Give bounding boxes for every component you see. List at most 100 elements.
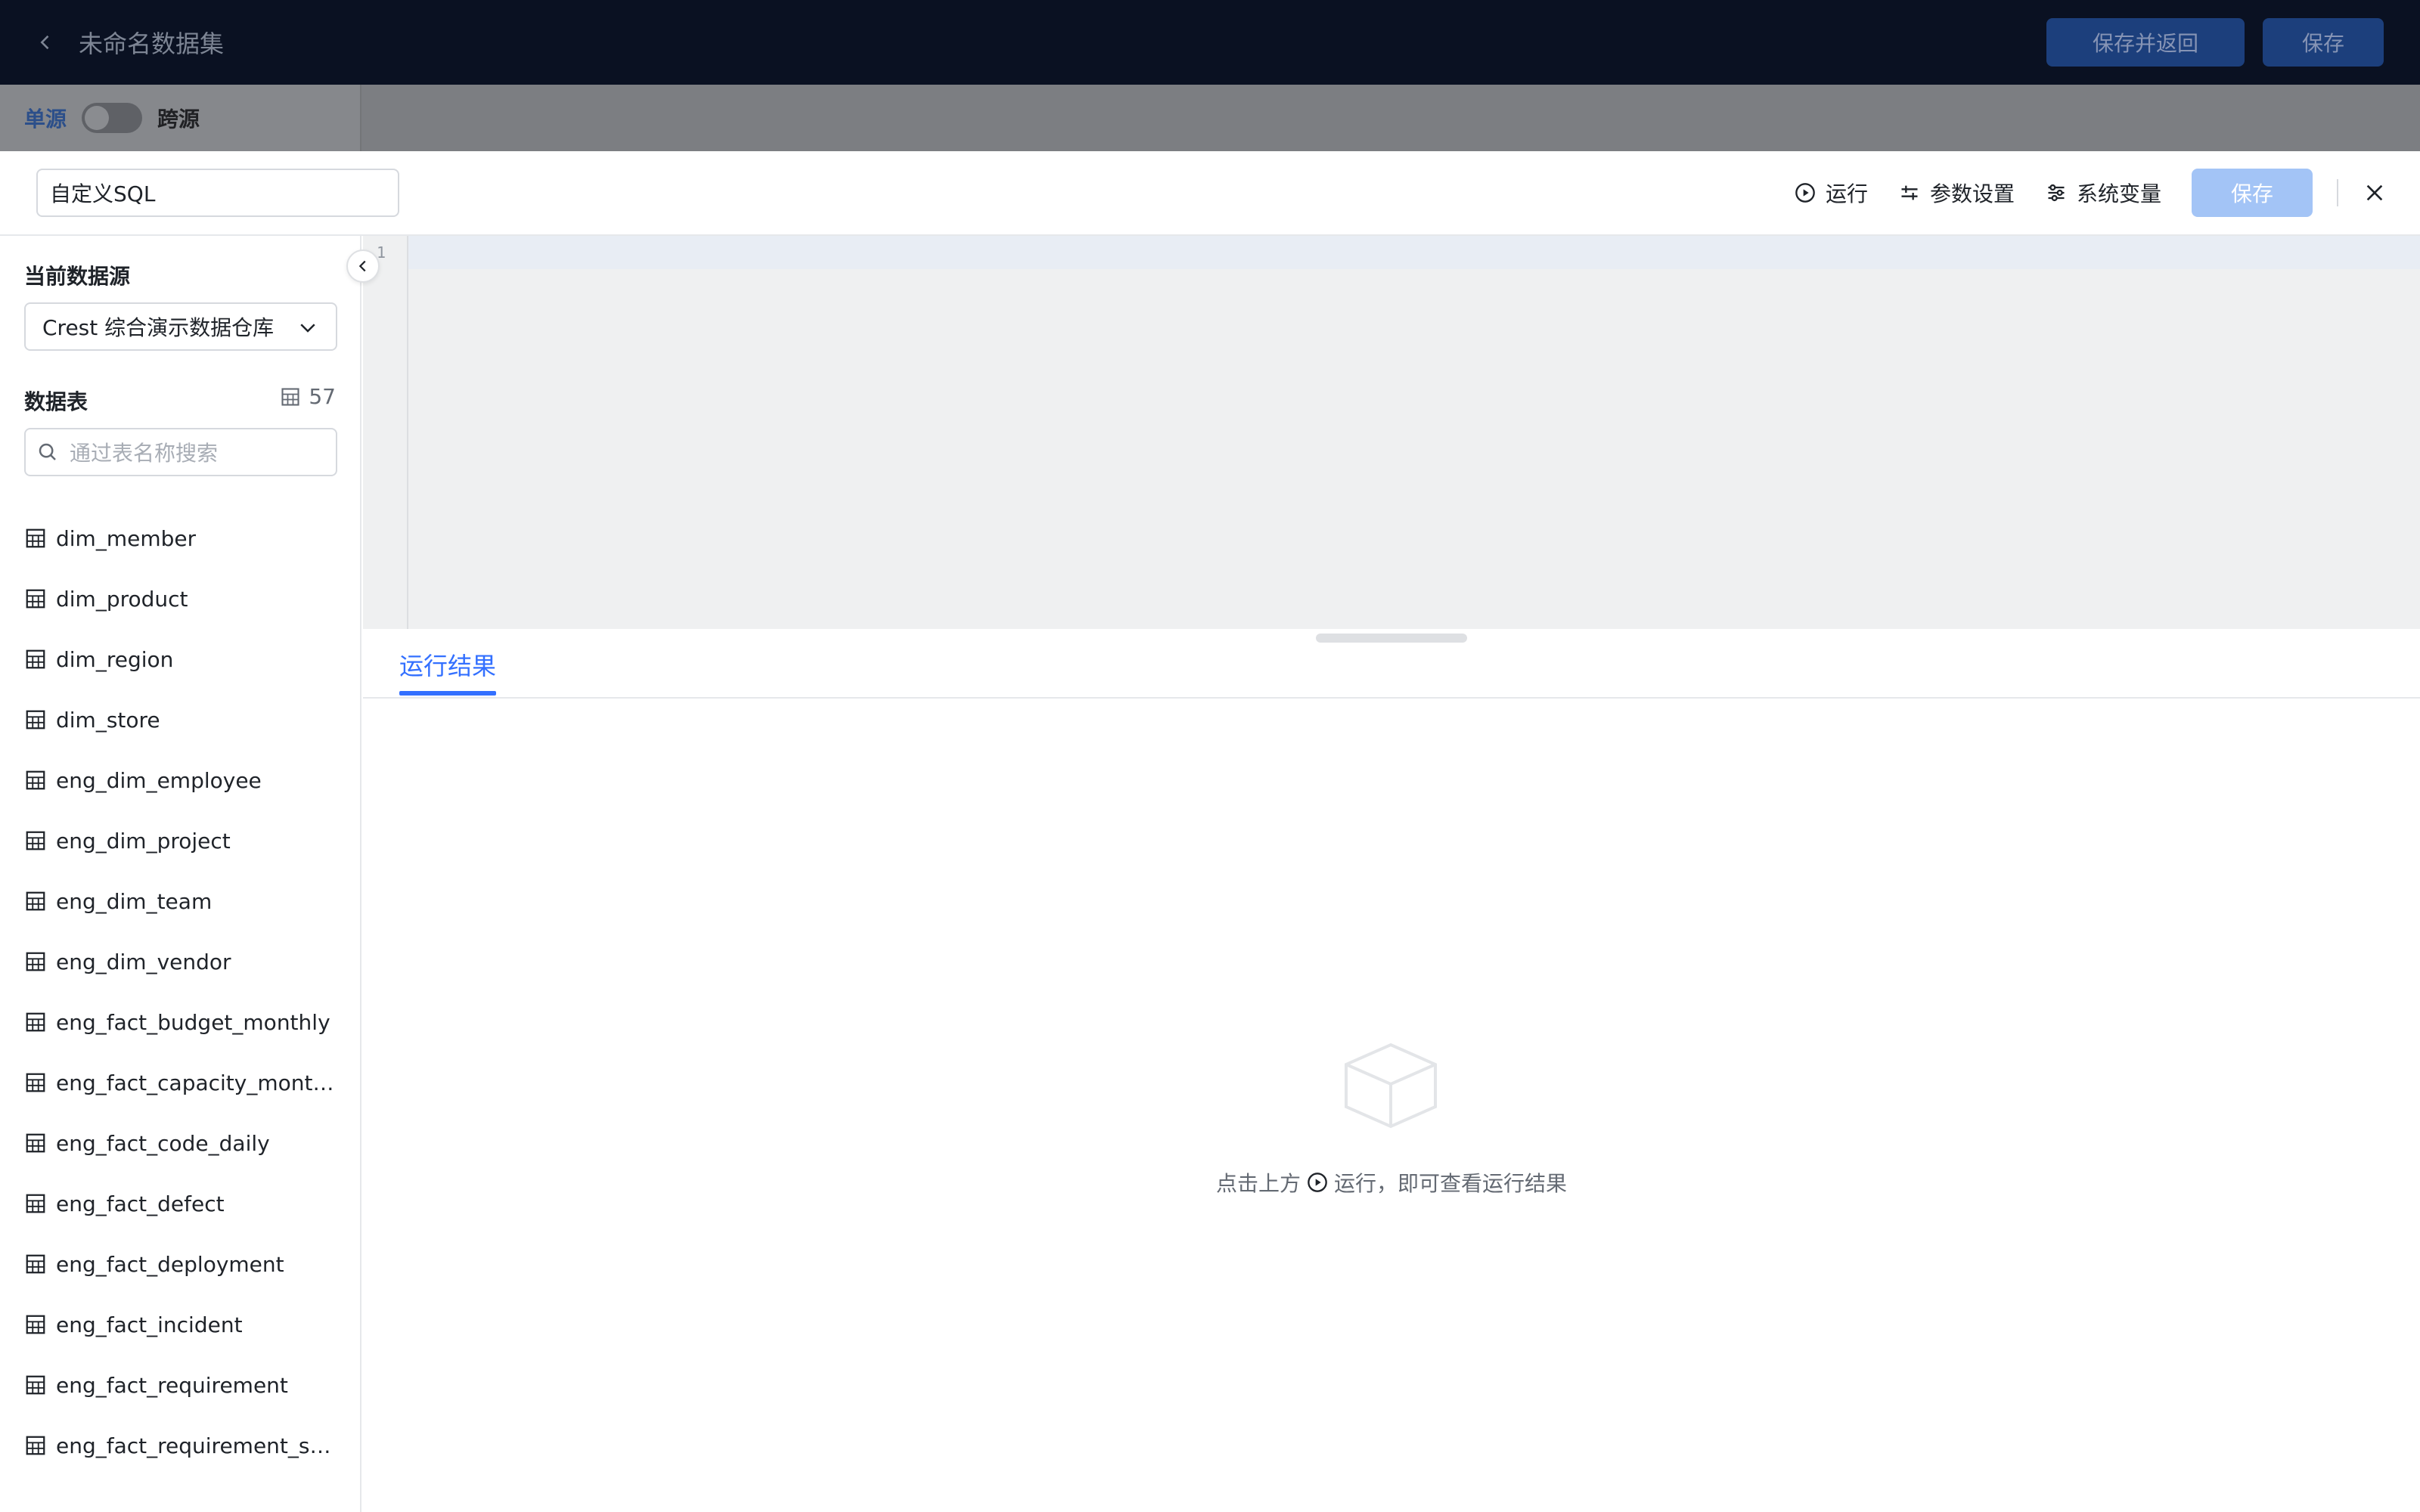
source-mode-toggle[interactable] — [82, 103, 143, 133]
chevron-left-icon — [40, 35, 49, 50]
chevron-down-icon — [300, 324, 315, 333]
single-source-label: 单源 — [24, 107, 67, 132]
result-tabs: 运行结果 — [363, 629, 2420, 699]
run-button[interactable]: 运行 — [1794, 178, 1868, 208]
table-icon — [26, 1133, 45, 1153]
table-list-item[interactable]: dim_product — [24, 569, 342, 629]
run-label: 运行 — [1825, 181, 1868, 206]
table-count-value: 57 — [309, 384, 336, 409]
table-name: dim_region — [56, 646, 174, 672]
params-icon — [1898, 181, 1921, 204]
table-name: eng_fact_incident — [56, 1312, 243, 1337]
table-list-item[interactable]: eng_fact_budget_monthly — [24, 992, 342, 1052]
table-icon — [26, 1315, 45, 1334]
table-name: eng_dim_employee — [56, 767, 262, 793]
table-list-item[interactable]: eng_fact_incident — [24, 1294, 342, 1355]
back-button[interactable] — [30, 27, 60, 57]
table-name: eng_fact_requirement — [56, 1372, 288, 1398]
table-icon — [26, 1436, 45, 1455]
params-button[interactable]: 参数设置 — [1898, 178, 2015, 208]
app-header: 未命名数据集 保存并返回 保存 — [0, 0, 2420, 85]
page-title: 未命名数据集 — [79, 29, 225, 58]
sql-editor[interactable]: 1 — [363, 236, 2420, 629]
table-list-item[interactable]: eng_fact_deployment — [24, 1234, 342, 1294]
empty-box-icon — [1345, 1043, 1437, 1129]
table-name: eng_fact_deployment — [56, 1251, 284, 1277]
variables-icon — [2045, 181, 2068, 204]
table-list-item[interactable]: eng_dim_project — [24, 810, 342, 871]
empty-hint-prefix: 点击上方 — [1216, 1171, 1302, 1196]
source-mode-bar: 单源 跨源 — [0, 85, 361, 151]
table-list-item[interactable]: eng_dim_employee — [24, 750, 342, 810]
table-list-item[interactable]: dim_member — [24, 508, 342, 569]
table-name: eng_dim_vendor — [56, 949, 231, 974]
table-count: 57 — [280, 384, 336, 409]
collapse-sidebar-button[interactable] — [346, 249, 380, 283]
save-and-return-button[interactable]: 保存并返回 — [2046, 18, 2245, 67]
table-icon — [26, 1254, 45, 1274]
active-tab-indicator — [399, 691, 496, 696]
table-list-item[interactable]: eng_dim_team — [24, 871, 342, 931]
chevron-left-icon — [358, 260, 366, 272]
table-icon — [26, 589, 45, 609]
table-icon — [26, 710, 45, 730]
active-line — [363, 236, 2420, 269]
system-variables-label: 系统变量 — [2076, 181, 2161, 206]
table-icon — [26, 1012, 45, 1032]
search-icon — [39, 443, 56, 460]
search-placeholder: 通过表名称搜索 — [70, 441, 219, 466]
datasource-title: 当前数据源 — [24, 264, 131, 289]
table-list-item[interactable]: eng_fact_requirement_snapshot — [24, 1415, 342, 1476]
table-name: eng_fact_code_daily — [56, 1130, 270, 1156]
table-name: dim_product — [56, 586, 188, 612]
close-button[interactable] — [2360, 178, 2390, 208]
empty-hint: 点击上方 运行，即可查看运行结果 — [1216, 1167, 1567, 1198]
sql-drawer: 自定义SQL 运行 参数设置 系统变量 保存 当前数据源 Crest 综合演示数… — [0, 151, 2420, 1512]
table-list-item[interactable]: eng_fact_code_daily — [24, 1113, 342, 1173]
header-divider — [2337, 179, 2338, 206]
table-icon — [26, 770, 45, 790]
table-icon — [26, 831, 45, 850]
table-list-item[interactable]: eng_fact_requirement — [24, 1355, 342, 1415]
table-icon — [26, 528, 45, 548]
table-list-item[interactable]: eng_fact_defect — [24, 1173, 342, 1234]
drawer-save-button[interactable]: 保存 — [2192, 169, 2313, 217]
table-icon — [26, 1375, 45, 1395]
table-icon — [26, 1194, 45, 1213]
underlay-panel: 单源 跨源 — [0, 85, 2420, 151]
tab-run-results[interactable]: 运行结果 — [399, 647, 496, 682]
table-icon — [26, 649, 45, 669]
table-name: eng_fact_budget_monthly — [56, 1009, 330, 1035]
params-label: 参数设置 — [1929, 181, 2015, 206]
table-name: dim_member — [56, 525, 197, 551]
table-icon — [26, 891, 45, 911]
cross-source-label: 跨源 — [157, 107, 200, 132]
table-icon — [26, 1073, 45, 1092]
datasource-panel: 当前数据源 Crest 综合演示数据仓库 数据表 57 通过表名称搜索 dim_… — [0, 236, 361, 1512]
play-circle-icon — [1794, 181, 1817, 204]
datasource-value: Crest 综合演示数据仓库 — [42, 315, 275, 340]
table-name: eng_fact_requirement_snapshot — [56, 1433, 342, 1458]
table-list-item[interactable]: dim_region — [24, 629, 342, 689]
save-button[interactable]: 保存 — [2263, 18, 2384, 67]
table-name: eng_dim_team — [56, 888, 213, 914]
play-circle-icon — [1308, 1173, 1327, 1192]
table-name: eng_fact_defect — [56, 1191, 225, 1216]
table-icon — [281, 387, 299, 406]
close-icon — [2366, 184, 2383, 201]
table-search-input[interactable]: 通过表名称搜索 — [24, 428, 337, 476]
datasource-select[interactable]: Crest 综合演示数据仓库 — [24, 302, 337, 351]
empty-hint-suffix: 运行，即可查看运行结果 — [1334, 1171, 1568, 1196]
drawer-header: 自定义SQL 运行 参数设置 系统变量 保存 — [0, 151, 2420, 236]
table-list: dim_member dim_product dim_region dim_store… — [24, 508, 342, 1476]
table-name: eng_fact_capacity_monthly — [56, 1070, 342, 1095]
table-icon — [26, 952, 45, 971]
system-variables-button[interactable]: 系统变量 — [2045, 178, 2161, 208]
table-list-item[interactable]: eng_fact_capacity_monthly — [24, 1052, 342, 1113]
table-name: dim_store — [56, 707, 160, 733]
line-gutter: 1 — [363, 236, 408, 629]
table-list-item[interactable]: dim_store — [24, 689, 342, 750]
tables-title: 数据表 — [24, 389, 88, 414]
sql-name-input[interactable]: 自定义SQL — [36, 169, 399, 217]
table-list-item[interactable]: eng_dim_vendor — [24, 931, 342, 992]
